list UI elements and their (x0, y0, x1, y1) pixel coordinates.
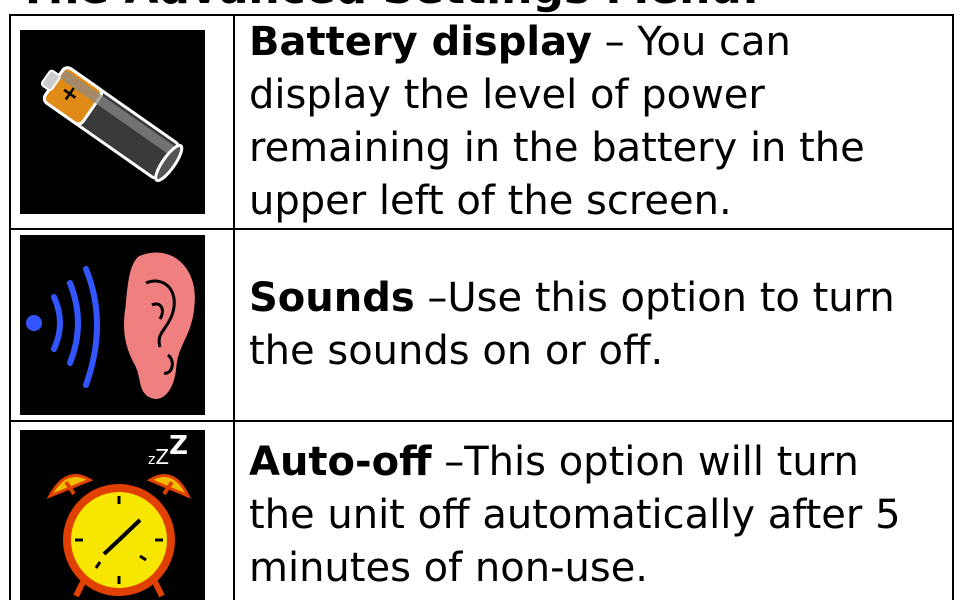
separator: – (591, 19, 638, 65)
battery-line1: Battery display – You can (249, 16, 946, 69)
separator: – (414, 275, 448, 321)
setting-row-sounds: Sounds –Use this option to turn the soun… (9, 228, 954, 422)
ear-sound-icon (20, 235, 205, 415)
icon-cell (9, 228, 235, 422)
description-text: Use this option to turn (447, 275, 895, 321)
alarm-clock-icon: zZZ (20, 430, 205, 600)
description-text: remaining in the battery in the (249, 125, 865, 171)
setting-row-battery-display: + Battery display – You can display the … (9, 14, 954, 230)
sleep-z-text: zZZ (148, 431, 188, 469)
heading-auto-off: Auto-off (249, 438, 432, 485)
text-cell: Sounds –Use this option to turn the soun… (233, 228, 954, 422)
description-text: You can (637, 19, 791, 65)
description-text: the unit off automatically after 5 (249, 491, 901, 538)
description-text: the sounds on or off. (249, 328, 664, 374)
text-cell: Auto-off –This option will turn the unit… (233, 420, 954, 600)
description-text: minutes of non-use. (249, 544, 649, 591)
auto-off-line1: Auto-off –This option will turn (249, 436, 946, 489)
heading-sounds: Sounds (249, 275, 415, 321)
settings-table: + Battery display – You can display the … (9, 14, 954, 600)
description-text: display the level of power (249, 72, 765, 118)
description-text: upper left of the screen. (249, 178, 732, 224)
icon-cell: zZZ (9, 420, 235, 600)
description-text: This option will turn (464, 438, 859, 485)
page: The Advanced Settings Menu: + (0, 0, 964, 600)
setting-row-auto-off: zZZ Auto-off –This option will turn the … (9, 420, 954, 600)
battery-icon: + (20, 30, 205, 214)
sounds-line1: Sounds –Use this option to turn (249, 272, 946, 325)
heading-battery-display: Battery display (249, 19, 592, 65)
text-cell: Battery display – You can display the le… (233, 14, 954, 230)
separator: – (431, 438, 465, 485)
icon-cell: + (9, 14, 235, 230)
page-title: The Advanced Settings Menu: (18, 0, 759, 14)
